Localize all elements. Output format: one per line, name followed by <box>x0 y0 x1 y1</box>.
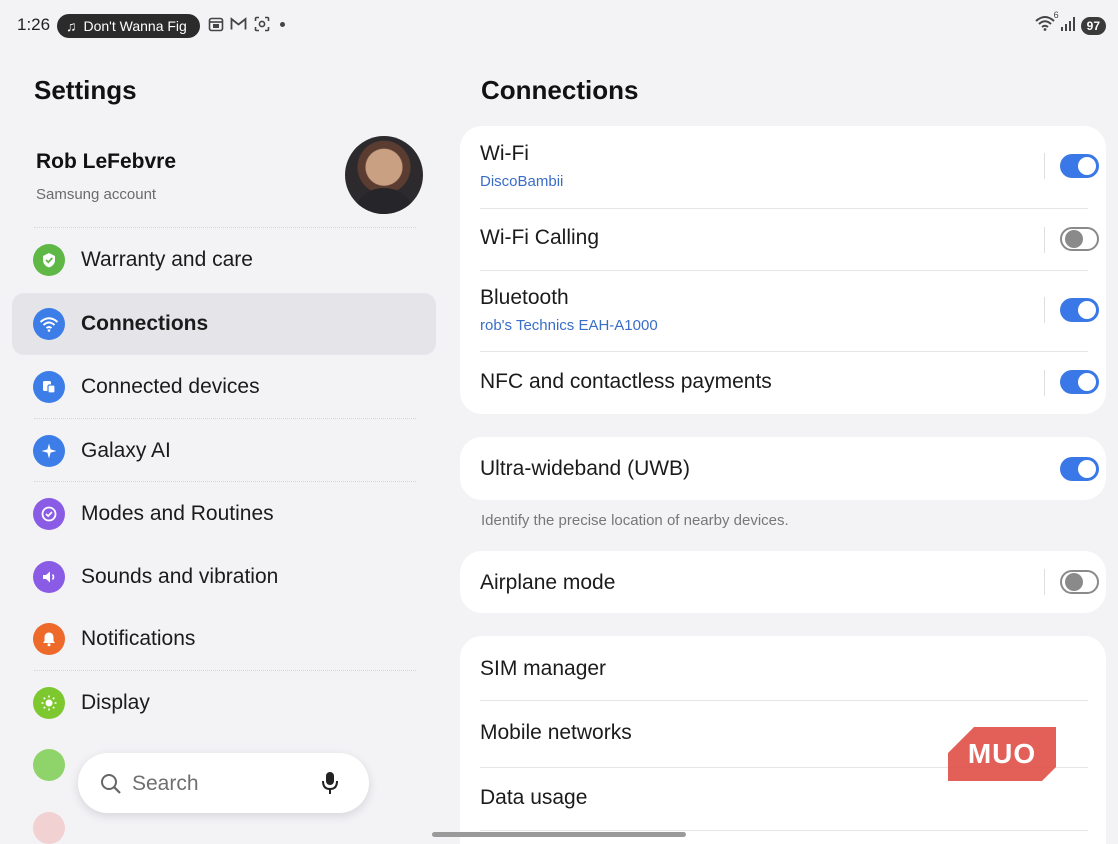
search-icon <box>99 772 123 801</box>
sidebar-item-connections[interactable]: Connections <box>12 293 436 355</box>
sparkle-icon <box>33 435 65 467</box>
sidebar-item-partial[interactable] <box>33 749 65 781</box>
bluetooth-toggle[interactable] <box>1060 298 1099 322</box>
row-title: Ultra-wideband (UWB) <box>480 457 691 480</box>
divider <box>1044 297 1045 323</box>
search-bar[interactable]: Search <box>78 753 369 813</box>
airplane-row[interactable]: Airplane mode <box>480 551 1099 613</box>
battery-indicator: 97 <box>1080 16 1106 35</box>
divider <box>34 670 416 671</box>
sidebar-item-label: Connections <box>81 312 209 335</box>
media-chip[interactable]: ♫ Don't Wanna Fig <box>57 14 200 38</box>
divider <box>34 227 416 228</box>
wifi-status-icon: 6 <box>1034 10 1059 36</box>
devices-icon <box>33 371 65 403</box>
wifi-icon <box>33 308 65 340</box>
bell-icon <box>33 623 65 655</box>
wifi-row[interactable]: Wi-Fi DiscoBambii <box>480 126 1099 208</box>
muo-watermark-logo: MUO <box>948 727 1056 781</box>
wifi-calling-toggle[interactable] <box>1060 227 1099 251</box>
media-title: Don't Wanna Fig <box>83 18 187 34</box>
avatar[interactable] <box>345 136 423 214</box>
uwb-hint: Identify the precise location of nearby … <box>481 512 789 529</box>
sidebar-item-label: Connected devices <box>81 375 260 398</box>
row-subtitle: rob's Technics EAH-A1000 <box>480 317 658 334</box>
gmail-icon <box>230 15 247 33</box>
sidebar-item-notifications[interactable]: Notifications <box>12 608 436 670</box>
more-notifications-dot <box>280 21 285 27</box>
airplane-card: Airplane mode <box>460 551 1106 613</box>
sidebar-item-connected-devices[interactable]: Connected devices <box>12 356 436 418</box>
row-title: SIM manager <box>480 657 607 680</box>
row-title: Bluetooth <box>480 286 569 309</box>
sidebar-item-partial[interactable] <box>33 812 65 844</box>
sidebar-item-label: Warranty and care <box>81 248 253 271</box>
sidebar-item-label: Modes and Routines <box>81 502 274 525</box>
profile-name: Rob LeFebvre <box>36 150 177 173</box>
sidebar-item-modes-routines[interactable]: Modes and Routines <box>12 483 436 545</box>
screenshot-icon <box>253 15 270 33</box>
svg-text:MUO: MUO <box>968 738 1036 769</box>
status-bar: 1:26 ♫ Don't Wanna Fig 6 97 <box>0 0 1118 50</box>
sim-manager-row[interactable]: SIM manager <box>480 636 1088 700</box>
sidebar-item-label: Galaxy AI <box>81 439 171 462</box>
warranty-icon <box>33 244 65 276</box>
uwb-row[interactable]: Ultra-wideband (UWB) <box>480 437 1099 500</box>
sidebar-item-galaxy-ai[interactable]: Galaxy AI <box>12 420 436 482</box>
notification-icons <box>207 15 285 33</box>
divider <box>1044 569 1045 595</box>
sidebar-item-sounds[interactable]: Sounds and vibration <box>12 546 436 608</box>
signal-icon <box>1060 16 1076 36</box>
row-title: Wi-Fi <box>480 142 529 165</box>
nfc-row[interactable]: NFC and contactless payments <box>480 352 1099 414</box>
row-title: Mobile networks <box>480 721 632 744</box>
music-note-icon: ♫ <box>66 18 77 34</box>
sidebar-item-label: Sounds and vibration <box>81 565 279 588</box>
divider <box>1044 370 1045 396</box>
calendar-icon <box>207 15 224 33</box>
row-title: NFC and contactless payments <box>480 370 772 393</box>
wifi-toggle[interactable] <box>1060 154 1099 178</box>
settings-title: Settings <box>34 75 137 105</box>
sidebar-item-display[interactable]: Display <box>12 672 436 734</box>
uwb-toggle[interactable] <box>1060 457 1099 481</box>
divider <box>34 481 416 482</box>
connections-card: Wi-Fi DiscoBambii Wi-Fi Calling Bluetoot… <box>460 126 1106 414</box>
divider <box>480 830 1088 831</box>
status-time: 1:26 <box>17 15 51 34</box>
profile-subtitle: Samsung account <box>36 186 157 203</box>
mic-icon[interactable] <box>320 770 340 801</box>
nfc-toggle[interactable] <box>1060 370 1099 394</box>
check-circle-icon <box>33 498 65 530</box>
sidebar-item-label: Notifications <box>81 627 196 650</box>
bluetooth-row[interactable]: Bluetooth rob's Technics EAH-A1000 <box>480 271 1099 351</box>
airplane-toggle[interactable] <box>1060 570 1099 594</box>
row-title: Airplane mode <box>480 571 616 594</box>
sidebar-item-warranty[interactable]: Warranty and care <box>12 229 436 291</box>
page-title: Connections <box>481 75 639 105</box>
system-indicators: 6 97 <box>1034 10 1106 36</box>
uwb-card: Ultra-wideband (UWB) <box>460 437 1106 500</box>
row-title: Data usage <box>480 786 588 809</box>
sun-icon <box>33 687 65 719</box>
sidebar-item-label: Display <box>81 691 150 714</box>
wifi-badge: 6 <box>1053 10 1059 20</box>
divider <box>1044 153 1045 179</box>
row-title: Wi-Fi Calling <box>480 226 600 249</box>
row-subtitle: DiscoBambii <box>480 173 564 190</box>
speaker-icon <box>33 561 65 593</box>
home-indicator[interactable] <box>432 832 686 837</box>
divider <box>1044 227 1045 253</box>
wifi-calling-row[interactable]: Wi-Fi Calling <box>480 209 1099 271</box>
search-input[interactable]: Search <box>132 772 199 796</box>
divider <box>34 418 416 419</box>
